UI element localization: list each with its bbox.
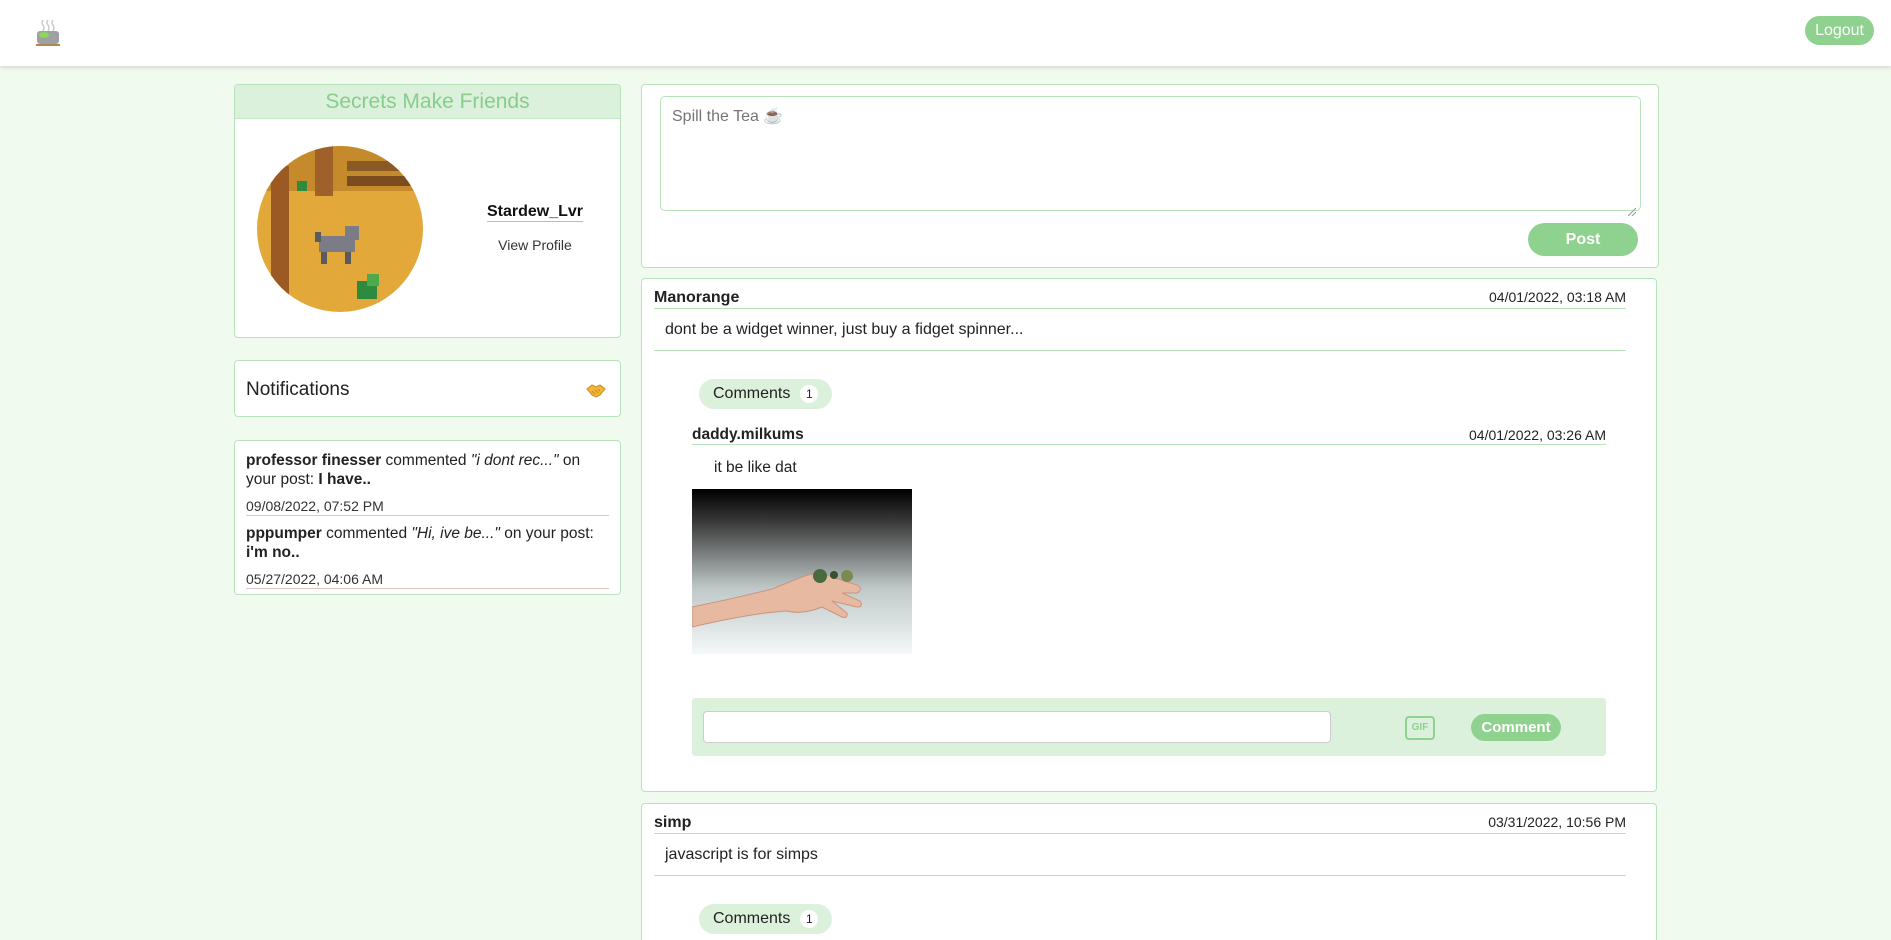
gif-button[interactable]: GIF bbox=[1405, 716, 1435, 740]
post-date: 03/31/2022, 10:56 PM bbox=[1488, 814, 1626, 830]
post-header: simp 03/31/2022, 10:56 PM bbox=[654, 814, 1626, 834]
profile-username[interactable]: Stardew_Lvr bbox=[475, 203, 595, 222]
comment: daddy.milkums 04/01/2022, 03:26 AM it be… bbox=[692, 426, 1606, 654]
compose-card: Post bbox=[641, 84, 1659, 268]
notification-user: pppumper bbox=[246, 525, 322, 542]
post-button[interactable]: Post bbox=[1528, 223, 1638, 256]
view-profile-link[interactable]: View Profile bbox=[475, 237, 595, 253]
teapot-icon[interactable] bbox=[34, 18, 62, 48]
handshake-icon bbox=[586, 382, 606, 400]
comment-author[interactable]: daddy.milkums bbox=[692, 426, 804, 444]
comment-date: 04/01/2022, 03:26 AM bbox=[1469, 427, 1606, 443]
logout-button[interactable]: Logout bbox=[1805, 16, 1874, 45]
notification-snippet: "Hi, ive be..." bbox=[411, 525, 500, 542]
comment-header: daddy.milkums 04/01/2022, 03:26 AM bbox=[692, 426, 1606, 445]
post-author[interactable]: simp bbox=[654, 814, 691, 832]
post-card: Manorange 04/01/2022, 03:18 AM dont be a… bbox=[641, 278, 1657, 792]
post-header: Manorange 04/01/2022, 03:18 AM bbox=[654, 289, 1626, 309]
comments-toggle-button[interactable]: Comments 1 bbox=[699, 379, 833, 409]
avatar bbox=[257, 146, 423, 312]
comment-gif-image bbox=[692, 489, 912, 654]
notification-snippet: "i dont rec..." bbox=[470, 452, 559, 469]
comments-toggle-button[interactable]: Comments 1 bbox=[699, 904, 833, 934]
notification-user: professor finesser bbox=[246, 452, 382, 469]
comment-input[interactable] bbox=[703, 711, 1331, 743]
notification-on-post: on your post: bbox=[499, 525, 594, 542]
comment-text: it be like dat bbox=[714, 459, 797, 476]
notifications-header[interactable]: Notifications bbox=[234, 360, 621, 417]
notification-action: commented bbox=[381, 452, 471, 469]
notification-post-title: I have.. bbox=[318, 471, 371, 488]
notification-time: 09/08/2022, 07:52 PM bbox=[246, 498, 609, 516]
profile-card-header: Secrets Make Friends bbox=[235, 85, 620, 119]
post-author[interactable]: Manorange bbox=[654, 289, 739, 307]
comments-label: Comments bbox=[713, 385, 791, 402]
notification-action: commented bbox=[321, 525, 412, 542]
resize-grip-icon[interactable] bbox=[1627, 203, 1637, 217]
compose-input[interactable] bbox=[660, 96, 1641, 211]
comments-label: Comments bbox=[713, 910, 791, 927]
post-body: javascript is for simps bbox=[654, 846, 1626, 876]
top-navbar: Logout bbox=[0, 0, 1891, 66]
notification-time: 05/27/2022, 04:06 AM bbox=[246, 571, 609, 589]
comment-composer: GIF Comment bbox=[692, 698, 1606, 756]
post-body: dont be a widget winner, just buy a fidg… bbox=[654, 321, 1626, 351]
notifications-title: Notifications bbox=[246, 379, 350, 400]
comment-submit-button[interactable]: Comment bbox=[1471, 714, 1561, 741]
comments-count-badge: 1 bbox=[800, 385, 819, 403]
profile-card: Secrets Make Friends Stardew_Lvr View Pr… bbox=[234, 84, 621, 338]
post-date: 04/01/2022, 03:18 AM bbox=[1489, 289, 1626, 305]
notifications-list: professor finesser commented "i dont rec… bbox=[234, 440, 621, 595]
notification-item[interactable]: pppumper commented "Hi, ive be..." on yo… bbox=[246, 524, 609, 589]
comments-count-badge: 1 bbox=[800, 910, 819, 928]
notification-item[interactable]: professor finesser commented "i dont rec… bbox=[246, 451, 609, 516]
notification-post-title: i'm no.. bbox=[246, 544, 300, 561]
post-card: simp 03/31/2022, 10:56 PM javascript is … bbox=[641, 803, 1657, 940]
